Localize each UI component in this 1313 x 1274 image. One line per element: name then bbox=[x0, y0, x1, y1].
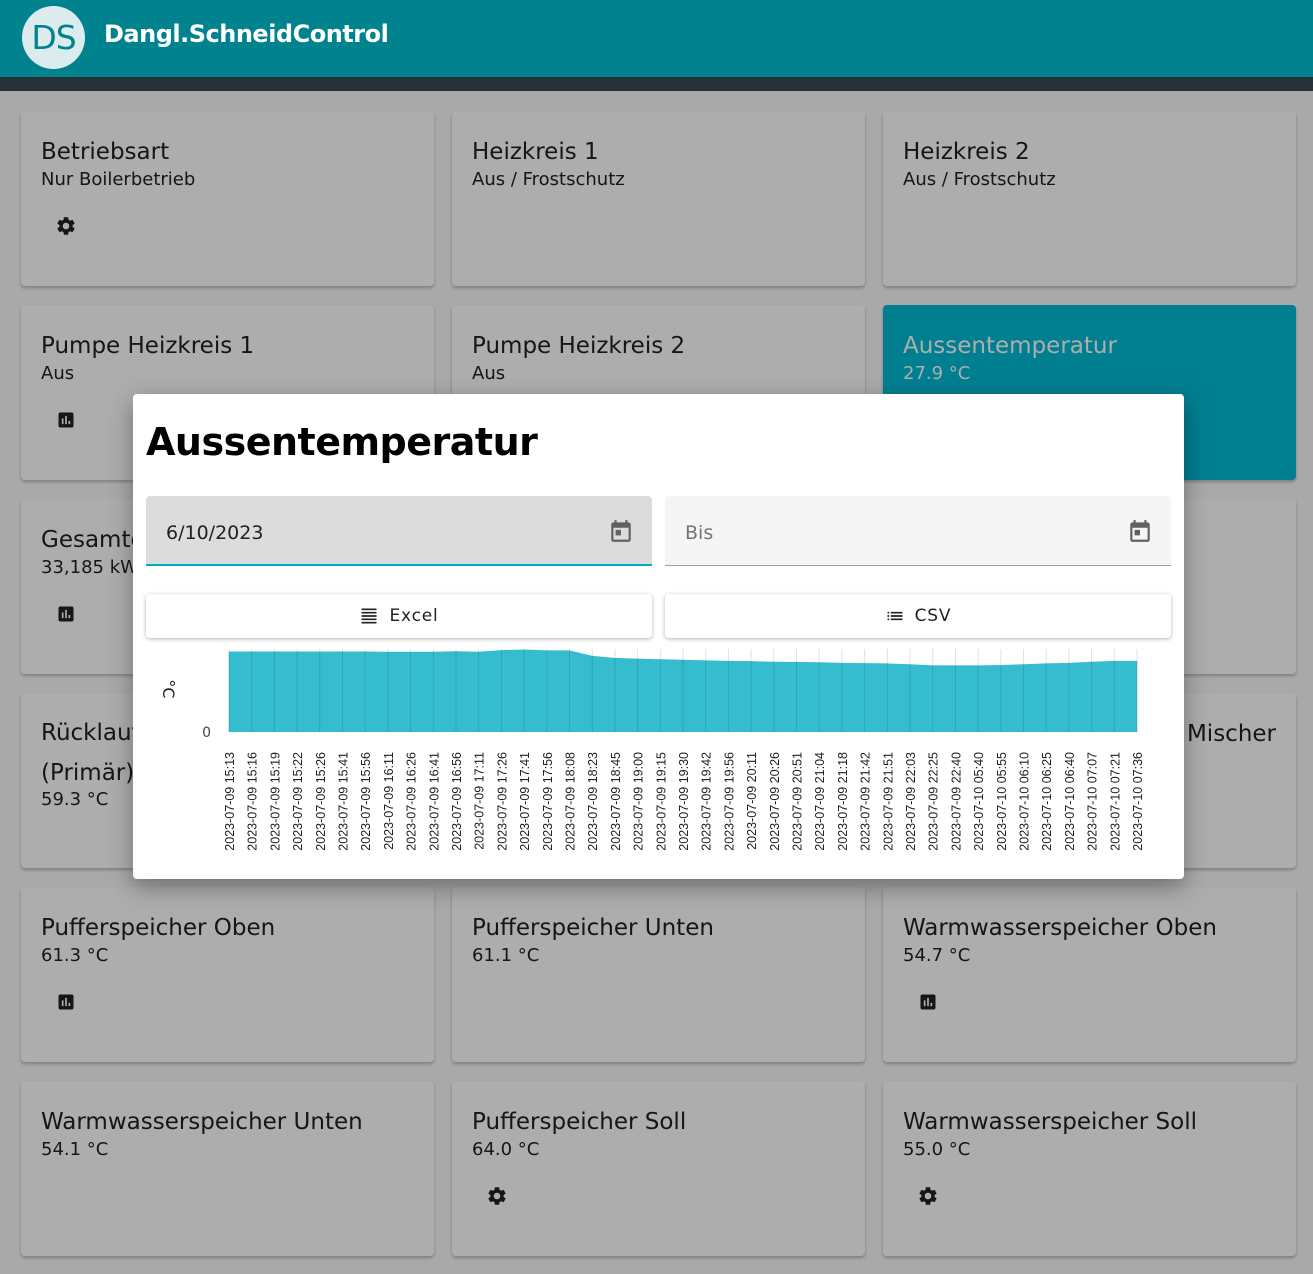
x-tick-label: 2023-07-09 20:26 bbox=[768, 752, 782, 851]
x-tick-label: 2023-07-09 15:56 bbox=[359, 752, 373, 851]
x-tick-label: 2023-07-10 07:21 bbox=[1108, 752, 1122, 851]
to-date-field[interactable]: Bis bbox=[665, 496, 1171, 566]
csv-export-button[interactable]: CSV bbox=[665, 594, 1171, 638]
x-tick-label: 2023-07-09 17:11 bbox=[473, 752, 487, 850]
x-tick-label: 2023-07-09 18:08 bbox=[564, 752, 578, 851]
x-tick-label: 2023-07-09 15:41 bbox=[337, 752, 351, 851]
app-logo[interactable]: DS bbox=[22, 6, 85, 69]
x-tick-label: 2023-07-09 19:42 bbox=[700, 752, 714, 851]
x-tick-label: 2023-07-09 16:56 bbox=[450, 752, 464, 851]
from-date-value: 6/10/2023 bbox=[166, 522, 264, 544]
x-tick-label: 2023-07-09 20:11 bbox=[745, 752, 759, 850]
y-axis-label: °C bbox=[159, 679, 178, 698]
x-tick-label: 2023-07-09 21:42 bbox=[859, 752, 873, 851]
x-tick-label: 2023-07-09 22:40 bbox=[949, 752, 963, 851]
excel-label: Excel bbox=[389, 606, 439, 626]
x-tick-label: 2023-07-09 16:26 bbox=[405, 752, 419, 851]
x-tick-label: 2023-07-09 16:41 bbox=[427, 752, 441, 851]
calendar-icon[interactable] bbox=[608, 518, 634, 544]
x-tick-label: 2023-07-09 17:41 bbox=[518, 752, 532, 851]
x-tick-label: 2023-07-10 06:10 bbox=[1018, 752, 1032, 851]
x-tick-label: 2023-07-09 19:30 bbox=[677, 752, 691, 851]
calendar-icon[interactable] bbox=[1127, 518, 1153, 544]
x-tick-label: 2023-07-09 15:16 bbox=[246, 752, 260, 851]
x-tick-label: 2023-07-09 22:25 bbox=[927, 752, 941, 851]
x-tick-label: 2023-07-10 06:25 bbox=[1040, 752, 1054, 851]
csv-label: CSV bbox=[914, 606, 952, 626]
x-tick-label: 2023-07-10 07:36 bbox=[1131, 752, 1145, 851]
excel-export-button[interactable]: Excel bbox=[146, 594, 652, 638]
dialog-title: Aussentemperatur bbox=[146, 420, 538, 464]
toolbar-strip bbox=[0, 77, 1313, 91]
x-tick-label: 2023-07-09 19:56 bbox=[722, 752, 736, 851]
x-tick-label: 2023-07-09 17:26 bbox=[495, 752, 509, 851]
x-tick-label: 2023-07-10 05:40 bbox=[972, 752, 986, 851]
list-icon bbox=[887, 611, 903, 621]
x-tick-label: 2023-07-09 21:04 bbox=[813, 752, 827, 851]
x-tick-label: 2023-07-09 16:11 bbox=[382, 752, 396, 850]
x-tick-label: 2023-07-09 22:03 bbox=[904, 752, 918, 851]
app-toolbar: DS Dangl.SchneidControl bbox=[0, 0, 1313, 77]
app-title[interactable]: Dangl.SchneidControl bbox=[104, 20, 389, 48]
x-tick-label: 2023-07-09 19:15 bbox=[654, 752, 668, 851]
from-date-field[interactable]: 6/10/2023 bbox=[146, 496, 652, 566]
y-tick-label: 0 bbox=[202, 725, 211, 741]
x-tick-label: 2023-07-09 15:13 bbox=[223, 752, 237, 851]
to-date-placeholder: Bis bbox=[685, 522, 714, 544]
x-tick-label: 2023-07-10 06:40 bbox=[1063, 752, 1077, 851]
app-title-sub: SchneidControl bbox=[188, 20, 389, 48]
x-tick-label: 2023-07-09 18:45 bbox=[609, 752, 623, 851]
x-tick-label: 2023-07-09 15:26 bbox=[314, 752, 328, 851]
excel-icon bbox=[361, 608, 377, 624]
x-tick-label: 2023-07-09 18:23 bbox=[586, 752, 600, 851]
x-tick-label: 2023-07-09 15:19 bbox=[268, 752, 282, 851]
temperature-chart: 0 °C 2023-07-09 15:13 2023-07-09 15:16 2023-… bbox=[159, 649, 1145, 851]
x-tick-label: 2023-07-10 05:55 bbox=[995, 752, 1009, 851]
x-tick-label: 2023-07-09 21:18 bbox=[836, 752, 850, 851]
chart-dialog: Aussentemperatur 6/10/2023 Bis Excel CSV… bbox=[133, 394, 1184, 879]
x-tick-label: 2023-07-09 19:00 bbox=[632, 752, 646, 851]
x-tick-label: 2023-07-09 21:51 bbox=[881, 752, 895, 851]
x-tick-label: 2023-07-10 07:07 bbox=[1086, 752, 1100, 851]
x-tick-label: 2023-07-09 15:22 bbox=[291, 752, 305, 851]
x-tick-label: 2023-07-09 20:51 bbox=[791, 752, 805, 851]
app-title-main: Dangl. bbox=[104, 20, 189, 48]
x-tick-label: 2023-07-09 17:56 bbox=[541, 752, 555, 851]
